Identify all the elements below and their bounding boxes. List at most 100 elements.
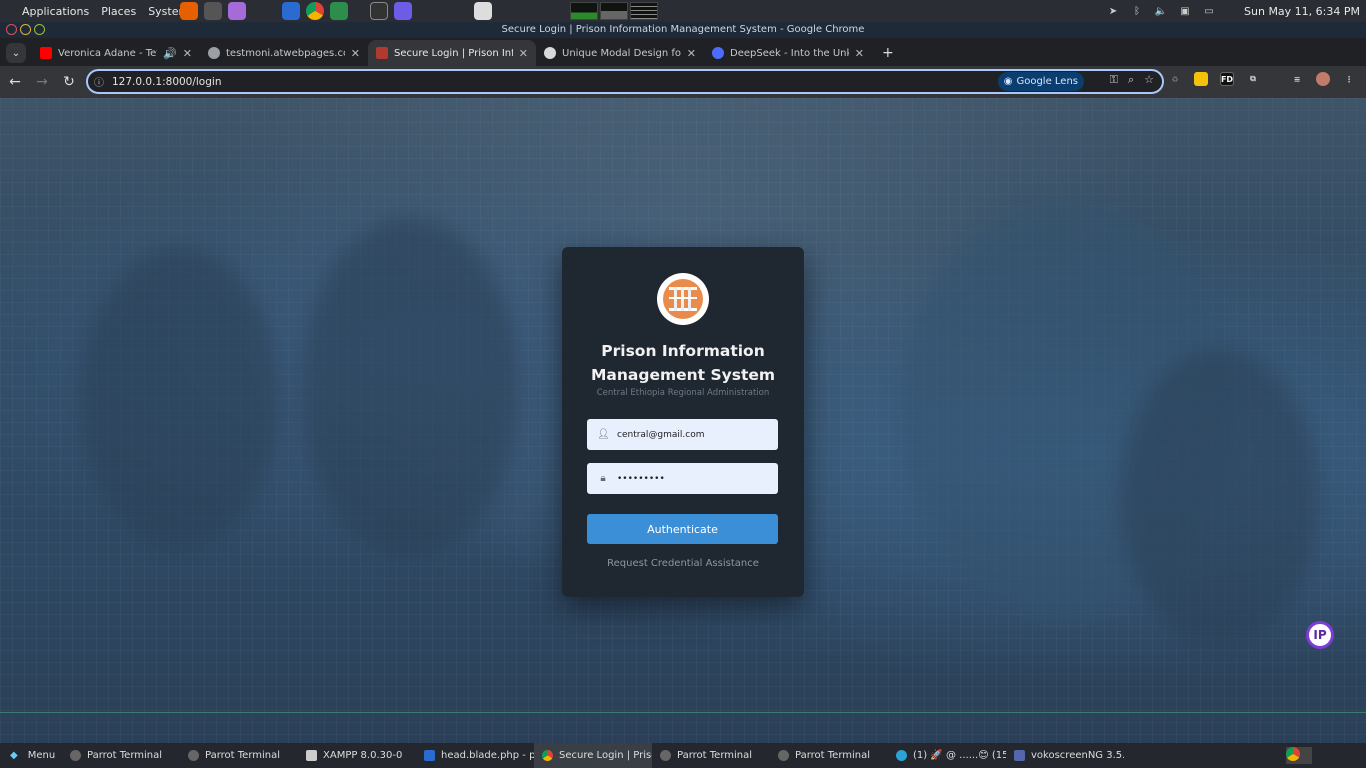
taskbar-label: vokoscreenNG 3.5.0: [1031, 750, 1124, 761]
deepseek-icon: [712, 47, 724, 59]
reload-button[interactable]: ↻: [57, 70, 81, 94]
window-title: Secure Login | Prison Information Manage…: [0, 22, 1366, 38]
taskbar-label: Parrot Terminal: [677, 750, 753, 761]
tray-area: ➤ ᛒ 🔈 ▣ ▭ Sun May 11, 6:34 PM: [1106, 0, 1360, 22]
network-icon[interactable]: ▣: [1178, 4, 1192, 18]
telegram-icon[interactable]: ➤: [1106, 4, 1120, 18]
maximize-window-icon[interactable]: [34, 24, 45, 35]
telegram-icon: [896, 750, 907, 761]
close-tab-icon[interactable]: ✕: [687, 47, 696, 60]
taskbar-label: head.blade.php - pr...: [441, 750, 534, 761]
lock-icon: 🔒︎: [600, 473, 606, 484]
firefox-icon[interactable]: [180, 2, 198, 20]
terminal-icon: [778, 750, 789, 761]
close-tab-icon[interactable]: ✕: [519, 47, 528, 60]
extension-fd-icon[interactable]: FD: [1220, 72, 1234, 86]
taskbar-item[interactable]: Parrot Terminal: [62, 743, 180, 768]
chatgpt-icon: [544, 47, 556, 59]
email-value[interactable]: central@gmail.com: [617, 430, 705, 440]
taskbar-item-active[interactable]: Secure Login | Priso...: [534, 743, 652, 768]
taskbar-label: (1) 🚀 @ ......😊 (1591...: [913, 750, 1006, 761]
site-icon: [376, 47, 388, 59]
profile-avatar[interactable]: [1316, 72, 1330, 86]
email-field[interactable]: 👤︎ central@gmail.com: [587, 419, 778, 450]
extensions-puzzle-icon[interactable]: ⧉: [1246, 72, 1260, 86]
extension-recycle-icon[interactable]: ♻: [1168, 72, 1182, 86]
xampp-icon: [306, 750, 317, 761]
bluetooth-icon[interactable]: ᛒ: [1130, 4, 1144, 18]
tab-title: Unique Modal Design for PIM: [562, 47, 681, 59]
tab-title: testmoni.atwebpages.com/a: [226, 47, 345, 59]
taskbar-item[interactable]: Parrot Terminal: [770, 743, 888, 768]
taskbar-item[interactable]: head.blade.php - pr...: [416, 743, 534, 768]
chrome-menu-icon[interactable]: ⋮: [1342, 72, 1356, 86]
bookmark-star-icon[interactable]: ☆: [1144, 73, 1154, 87]
terminal-icon: [660, 750, 671, 761]
youtube-icon: [40, 47, 52, 59]
chrome-icon[interactable]: [306, 2, 324, 20]
tab-title: Secure Login | Prison Informa: [394, 47, 513, 59]
tab-chatgpt[interactable]: Unique Modal Design for PIM ✕: [536, 40, 704, 66]
taskbar-item[interactable]: (1) 🚀 @ ......😊 (1591...: [888, 743, 1006, 768]
clock[interactable]: Sun May 11, 6:34 PM: [1244, 5, 1360, 18]
taskbar: ◆ Menu Parrot Terminal Parrot Terminal X…: [0, 743, 1366, 768]
places-menu[interactable]: Places: [101, 5, 136, 18]
page-background: Prison Information Management System Cen…: [0, 98, 1366, 743]
ip-floating-badge[interactable]: IP: [1306, 621, 1334, 649]
password-key-icon[interactable]: ⚿: [1110, 73, 1118, 87]
tab-secure-login[interactable]: Secure Login | Prison Informa ✕: [368, 40, 536, 66]
credential-assistance-link[interactable]: Request Credential Assistance: [562, 558, 804, 569]
taskbar-item[interactable]: Parrot Terminal: [180, 743, 298, 768]
extension-note-icon[interactable]: [1194, 72, 1208, 86]
terminal-icon: [70, 750, 81, 761]
close-tab-icon[interactable]: ✕: [351, 47, 360, 60]
taskbar-label: XAMPP 8.0.30-0: [323, 750, 403, 761]
background-figure: [80, 248, 280, 548]
reading-list-icon[interactable]: ≡: [1290, 72, 1304, 86]
google-lens-chip[interactable]: ◉ Google Lens: [997, 72, 1084, 91]
prison-logo-icon: [657, 273, 709, 325]
chrome-tray-icon[interactable]: [1286, 747, 1300, 761]
terminal-icon[interactable]: [370, 2, 388, 20]
taskbar-label: Parrot Terminal: [205, 750, 281, 761]
volume-icon[interactable]: 🔈: [1154, 4, 1168, 18]
tab-testmoni[interactable]: testmoni.atwebpages.com/a ✕: [200, 40, 368, 66]
password-value[interactable]: •••••••••: [617, 474, 665, 484]
window-controls: [6, 24, 45, 35]
authenticate-button[interactable]: Authenticate: [587, 514, 778, 544]
settings-icon[interactable]: [204, 2, 222, 20]
battery-icon[interactable]: ▭: [1202, 4, 1216, 18]
applications-menu[interactable]: Applications: [22, 5, 89, 18]
notes-icon[interactable]: [228, 2, 246, 20]
audio-icon[interactable]: 🔊: [163, 47, 177, 60]
tab-title: Veronica Adane - Tefet Al: [58, 47, 157, 59]
system-monitor: [570, 2, 658, 20]
start-label: Menu: [27, 750, 56, 761]
start-menu-button[interactable]: ◆ Menu: [0, 750, 62, 761]
vscode-icon[interactable]: [282, 2, 300, 20]
taskbar-item[interactable]: vokoscreenNG 3.5.0: [1006, 743, 1124, 768]
browser-toolbar: ← → ↻ ⓘ 127.0.0.1:8000/login ◉ Google Le…: [0, 66, 1366, 98]
background-figure: [300, 218, 520, 558]
new-tab-button[interactable]: +: [882, 45, 894, 61]
close-tab-icon[interactable]: ✕: [183, 47, 192, 60]
minimize-window-icon[interactable]: [20, 24, 31, 35]
zoom-icon[interactable]: ⌕: [1128, 73, 1134, 87]
taskbar-item[interactable]: XAMPP 8.0.30-0: [298, 743, 416, 768]
tab-search-icon[interactable]: ⌄: [6, 43, 26, 63]
home-folder-icon[interactable]: [330, 2, 348, 20]
site-info-icon[interactable]: ⓘ: [94, 74, 104, 89]
close-window-icon[interactable]: [6, 24, 17, 35]
tab-deepseek[interactable]: DeepSeek - Into the Unknow ✕: [704, 40, 872, 66]
url-text[interactable]: 127.0.0.1:8000/login: [112, 76, 221, 88]
password-field[interactable]: 🔒︎ •••••••••: [587, 463, 778, 494]
app-launcher-icon[interactable]: [394, 2, 412, 20]
close-tab-icon[interactable]: ✕: [855, 47, 864, 60]
taskbar-label: Parrot Terminal: [795, 750, 871, 761]
back-button[interactable]: ←: [3, 70, 27, 94]
screenshot-icon[interactable]: [474, 2, 492, 20]
taskbar-item[interactable]: Parrot Terminal: [652, 743, 770, 768]
forward-button[interactable]: →: [30, 70, 54, 94]
address-bar[interactable]: ⓘ 127.0.0.1:8000/login ◉ Google Lens ⚿ ⌕…: [86, 69, 1164, 94]
tab-youtube[interactable]: Veronica Adane - Tefet Al 🔊 ✕: [32, 40, 200, 66]
